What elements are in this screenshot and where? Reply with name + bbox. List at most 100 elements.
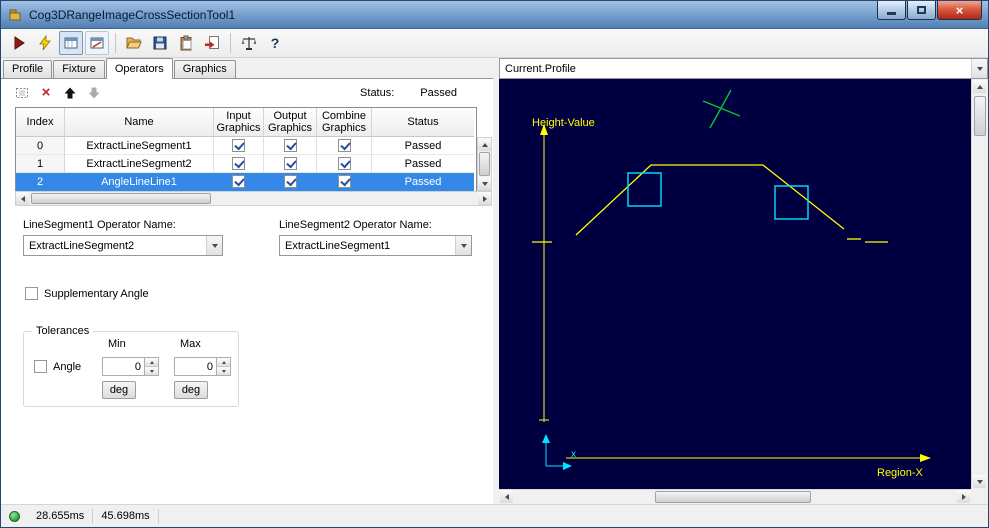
scroll-right-button[interactable] [478,192,491,205]
input-graphics-checkbox[interactable] [232,175,245,188]
scroll-thumb[interactable] [479,152,490,176]
deg-button-label: deg [181,384,201,396]
cell-index: 1 [16,155,65,173]
delete-operator-button[interactable]: × [37,84,55,102]
linesegment2-label: LineSegment2 Operator Name: [279,219,432,231]
col-header-index[interactable]: Index [16,108,65,137]
tab-label: Fixture [62,63,96,75]
maximize-icon [917,6,926,14]
chevron-down-icon [206,236,222,255]
min-angle-input[interactable] [102,357,144,376]
minimize-button[interactable] [877,1,906,20]
delete-icon: × [41,84,51,101]
max-deg-button[interactable]: deg [174,381,208,399]
x-axis-label: Region-X [877,467,924,479]
run-icon [14,36,25,50]
save-button[interactable] [148,31,172,55]
display-record-combo[interactable]: Current.Profile [499,58,988,79]
angle-tolerance-checkbox[interactable]: Angle [34,360,81,373]
scroll-thumb[interactable] [31,193,211,204]
run-time: 28.655ms [36,510,85,522]
result-indicator-led [9,510,20,522]
linesegment2-combo[interactable]: ExtractLineSegment1 [279,235,472,256]
min-angle-stepper [102,357,159,376]
scroll-up-button[interactable] [478,138,491,151]
total-time: 45.698ms [101,510,150,522]
combo-value: ExtractLineSegment1 [285,239,391,252]
spin-up-button[interactable] [145,358,158,366]
spin-down-button[interactable] [217,366,230,375]
open-folder-icon [126,37,142,49]
tab-operators[interactable]: Operators [105,58,173,79]
table-horizontal-scrollbar[interactable] [15,191,492,206]
angle-marker-line [702,100,741,117]
display-vertical-scrollbar[interactable] [971,79,988,489]
display-horizontal-scrollbar[interactable] [499,489,971,504]
tab-graphics[interactable]: Graphics [173,60,236,78]
tools-button[interactable] [237,31,261,55]
help-button[interactable]: ? [263,31,287,55]
paste-button[interactable] [174,31,198,55]
col-header-combine-graphics[interactable]: Combine Graphics [317,108,372,137]
output-graphics-checkbox[interactable] [283,175,297,188]
chevron-down-icon [971,59,987,78]
linesegment1-combo[interactable]: ExtractLineSegment2 [23,235,223,256]
col-header-input-graphics[interactable]: Input Graphics [214,108,264,137]
tab-profile[interactable]: Profile [3,60,53,78]
run-button[interactable] [7,31,31,55]
scroll-left-button[interactable] [16,192,29,205]
profile-canvas[interactable]: Height-Value Region-X x [499,79,971,489]
move-up-button[interactable] [61,84,79,102]
import-button[interactable] [200,31,224,55]
maximize-button[interactable] [907,1,936,20]
table-row[interactable]: 0 ExtractLineSegment1 Passed [16,137,476,155]
checkbox-box [25,287,38,300]
scroll-thumb[interactable] [654,491,811,503]
origin-label: x [571,449,576,460]
balance-icon [241,37,257,50]
scroll-up-button[interactable] [973,80,986,93]
combine-graphics-checkbox[interactable] [337,139,351,152]
input-graphics-checkbox[interactable] [232,139,245,152]
input-graphics-checkbox[interactable] [232,157,245,170]
tab-fixture[interactable]: Fixture [53,60,105,78]
scroll-right-button[interactable] [957,490,970,503]
supplementary-angle-checkbox[interactable]: Supplementary Angle [25,287,149,300]
segment2-marker-box [774,185,809,220]
title-bar[interactable]: Cog3DRangeImageCrossSectionTool1 × [1,1,988,29]
toolbar-separator [230,33,231,53]
lightning-icon [39,35,51,51]
tolerances-group-label: Tolerances [32,325,94,337]
open-button[interactable] [122,31,146,55]
col-header-output-graphics[interactable]: Output Graphics [264,108,317,137]
spin-up-button[interactable] [217,358,230,366]
combine-graphics-checkbox[interactable] [337,175,351,188]
col-header-name[interactable]: Name [65,108,214,137]
combine-graphics-checkbox[interactable] [337,157,351,170]
table-row[interactable]: 2 AngleLineLine1 Passed [16,173,476,191]
table-vertical-scrollbar[interactable] [477,137,492,191]
image-display-button[interactable] [59,31,83,55]
scroll-down-button[interactable] [478,177,491,190]
electric-run-button[interactable] [33,31,57,55]
col-header-status[interactable]: Status [372,108,474,137]
spin-down-button[interactable] [145,366,158,375]
scroll-thumb[interactable] [974,96,986,136]
add-operator-button[interactable] [13,84,31,102]
content-area: Profile Fixture Operators Graphics × Sta… [1,58,988,504]
table-row[interactable]: 1 ExtractLineSegment2 Passed [16,155,476,173]
scroll-down-button[interactable] [973,475,986,488]
move-down-button[interactable] [85,84,103,102]
status-label: Status: [360,87,395,99]
output-graphics-checkbox[interactable] [283,139,297,152]
display-panel: Current.Profile Height-Value Region-X x [499,58,988,504]
status-value: Passed [420,87,457,99]
min-deg-button[interactable]: deg [102,381,136,399]
scroll-left-button[interactable] [500,490,513,503]
output-graphics-checkbox[interactable] [283,157,297,170]
cell-name: AngleLineLine1 [65,173,214,191]
toolbar-separator [115,33,116,53]
graphics-display-button[interactable] [85,31,109,55]
close-button[interactable]: × [937,1,982,20]
max-angle-input[interactable] [174,357,216,376]
